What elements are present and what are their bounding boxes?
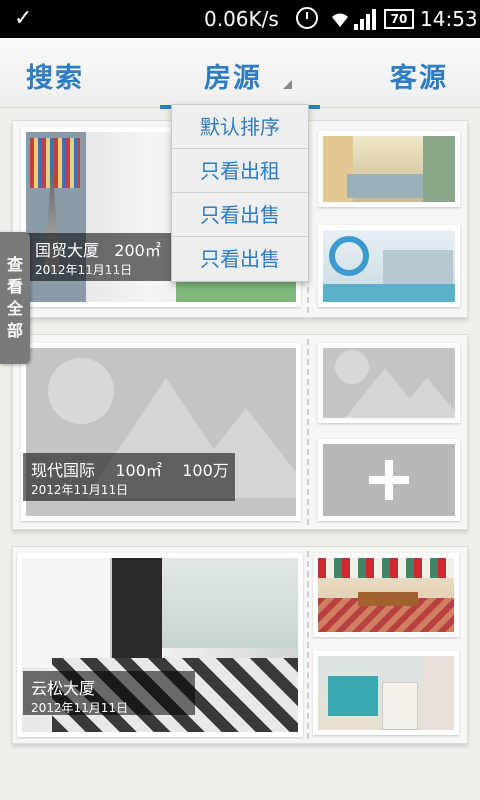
listing-thumbnail[interactable] [318,225,460,307]
battery-icon: 70 [384,9,414,29]
listing-caption: 现代国际 100㎡ 100万 2012年11月11日 [23,453,235,501]
listing-name: 云松大厦 [31,679,96,698]
wifi-icon [328,7,352,34]
listing-caption: 云松大厦 2012年11月11日 [23,671,195,715]
listing-area: 200㎡ [114,241,161,260]
listing-date: 2012年11月11日 [31,483,129,497]
side-tab-char: 看 [6,277,23,296]
tab-house-listings[interactable]: 房源 [204,56,262,95]
listing-thumbnail[interactable] [313,553,459,637]
side-tab-char: 全 [6,299,23,318]
listing-thumbnail[interactable] [313,651,459,735]
listing-thumbnail[interactable] [318,131,460,207]
check-icon: ✓ [14,6,33,31]
listing-price: 100万 [182,461,229,480]
listing-caption: 国贸大厦 200㎡ 2012年11月11日 [27,233,173,281]
menu-item-sale-only-2[interactable]: 只看出售 [172,237,308,281]
listing-title: 国贸大厦 200㎡ [35,237,165,261]
signal-icon [354,8,378,30]
alarm-icon [296,7,318,29]
dropdown-caret-icon[interactable] [283,80,292,89]
listing-card: 现代国际 100㎡ 100万 2012年11月11日 [12,334,468,530]
card-divider [307,551,309,739]
tab-clients[interactable]: 客源 [390,56,448,95]
listing-date: 2012年11月11日 [35,263,133,277]
listing-thumbnail-placeholder[interactable] [318,343,460,423]
tab-search[interactable]: 搜索 [26,56,84,95]
clock: 14:53 [420,7,478,31]
card-divider [307,339,309,525]
side-tab-char: 部 [6,321,23,340]
image-placeholder-icon [323,348,455,418]
listing-name: 现代国际 [31,461,96,480]
sort-filter-dropdown: 默认排序 只看出租 只看出售 只看出售 [171,104,309,282]
view-all-side-tab[interactable]: 查 看 全 部 [0,232,30,364]
listing-area: 100㎡ [115,461,162,480]
network-speed: 0.06K/s [204,7,279,31]
menu-item-rent-only[interactable]: 只看出租 [172,149,308,193]
top-tab-bar: 搜索 房源 客源 [0,38,480,109]
listing-title: 现代国际 100㎡ 100万 [31,457,229,481]
menu-item-sale-only[interactable]: 只看出售 [172,193,308,237]
status-bar: ✓ 0.06K/s 70 14:53 [0,0,480,38]
listing-name: 国贸大厦 [35,241,100,260]
listing-date: 2012年11月11日 [31,701,129,715]
side-tab-char: 查 [6,255,23,274]
menu-item-default-sort[interactable]: 默认排序 [172,105,308,149]
listing-card: 云松大厦 2012年11月11日 [12,546,468,744]
add-photo-button[interactable] [318,439,460,521]
